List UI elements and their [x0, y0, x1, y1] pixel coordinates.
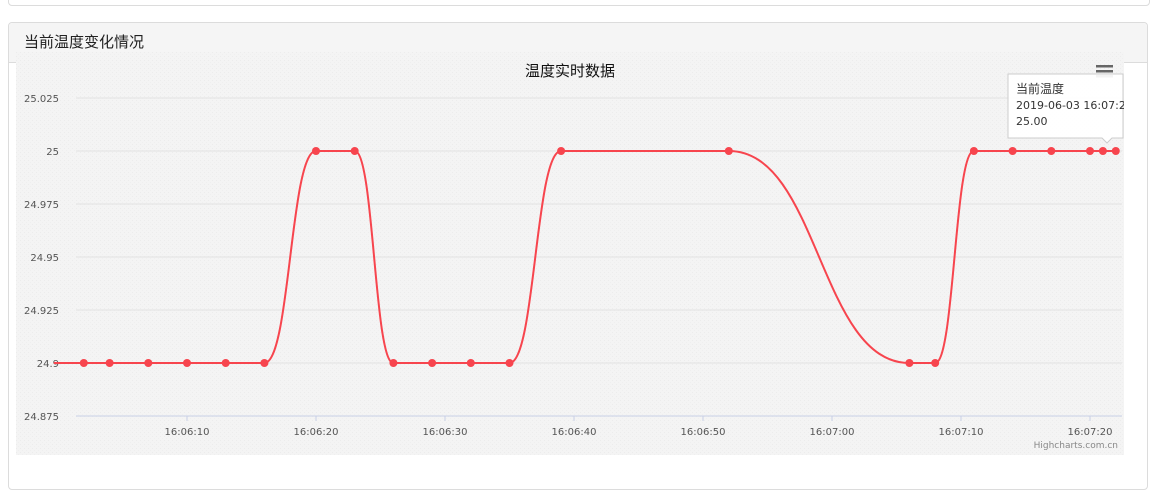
- data-point[interactable]: [931, 359, 940, 367]
- y-tick-label: 24.975: [24, 200, 59, 211]
- y-tick-label: 24.9: [37, 359, 59, 370]
- x-tick-label: 16:06:10: [165, 427, 210, 438]
- x-tick-label: 16:07:10: [939, 427, 984, 438]
- previous-panel-edge: [8, 0, 1150, 6]
- tooltip-value: 25.00: [1016, 115, 1048, 128]
- y-tick-label: 25: [46, 147, 59, 158]
- data-point[interactable]: [260, 359, 269, 367]
- data-point[interactable]: [221, 359, 230, 367]
- data-point[interactable]: [724, 147, 733, 155]
- data-point[interactable]: [1098, 147, 1107, 155]
- x-tick-label: 16:06:20: [294, 427, 339, 438]
- tooltip-series-name: 当前温度: [1016, 81, 1064, 96]
- tooltip-time: 2019-06-03 16:07:22: [1016, 99, 1124, 112]
- data-point[interactable]: [389, 359, 398, 367]
- chart-container: 24.875 24.9 24.925 24.95 24.975 25 25.025 16:06…: [16, 52, 1133, 455]
- y-tick-label: 24.875: [24, 412, 59, 423]
- data-point[interactable]: [1111, 147, 1120, 155]
- x-tick-label: 16:06:50: [681, 427, 726, 438]
- y-tick-label: 24.95: [30, 253, 59, 264]
- x-tick-label: 16:07:00: [810, 427, 855, 438]
- data-point[interactable]: [428, 359, 437, 367]
- temperature-chart: 24.875 24.9 24.925 24.95 24.975 25 25.025 16:06…: [16, 52, 1133, 455]
- data-point[interactable]: [1047, 147, 1056, 155]
- data-point[interactable]: [466, 359, 475, 367]
- data-point[interactable]: [105, 359, 114, 367]
- data-point[interactable]: [183, 359, 191, 367]
- data-point[interactable]: [1008, 147, 1017, 155]
- y-tick-label: 24.925: [24, 306, 59, 317]
- tooltip: 当前温度 2019-06-03 16:07:22 25.00: [1007, 73, 1133, 144]
- y-tick-label: 25.025: [24, 94, 59, 105]
- data-point[interactable]: [557, 147, 566, 155]
- data-point[interactable]: [505, 359, 514, 367]
- data-point[interactable]: [312, 147, 320, 155]
- data-point[interactable]: [969, 147, 978, 155]
- chart-credits[interactable]: Highcharts.com.cn: [1034, 441, 1118, 451]
- chart-background: [16, 52, 1124, 455]
- data-point[interactable]: [1086, 147, 1094, 155]
- data-point[interactable]: [79, 359, 88, 367]
- data-point[interactable]: [905, 359, 914, 367]
- x-tick-label: 16:06:40: [552, 427, 597, 438]
- chart-title: 温度实时数据: [525, 62, 615, 80]
- data-point[interactable]: [144, 359, 153, 367]
- x-tick-label: 16:06:30: [423, 427, 468, 438]
- x-tick-label: 16:07:20: [1068, 427, 1113, 438]
- data-point[interactable]: [350, 147, 359, 155]
